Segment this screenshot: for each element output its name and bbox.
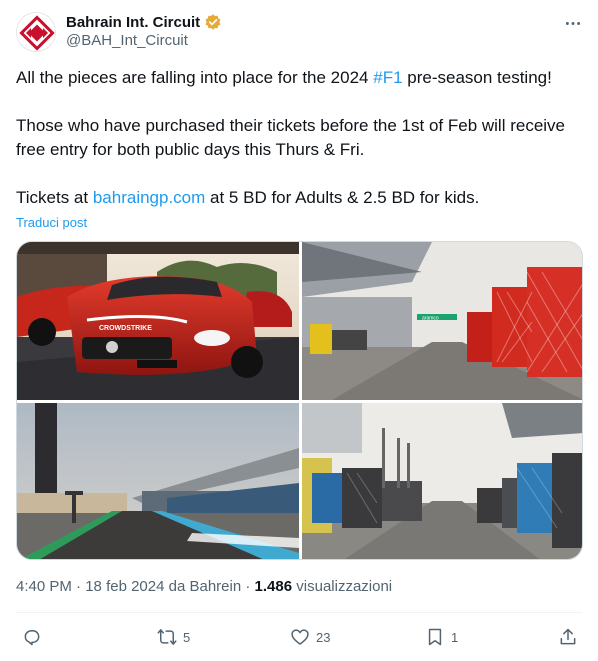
post-date[interactable]: 18 feb 2024	[85, 578, 164, 595]
hashtag-link[interactable]: #F1	[373, 68, 402, 87]
views-count: 1.486	[254, 578, 293, 595]
author-name-row[interactable]: Bahrain Int. Circuit	[66, 12, 222, 32]
post-paragraph-1: All the pieces are falling into place fo…	[16, 66, 582, 90]
bookmark-icon	[428, 628, 442, 646]
post-meta: 4:40 PM · 18 feb 2024 da Bahrein · 1.486…	[16, 578, 392, 595]
meta-separator: ·	[76, 578, 82, 595]
post-text-segment: pre-season testing!	[402, 68, 552, 87]
aramco-banner-text: aramco	[422, 316, 439, 322]
views-label: visualizzazioni	[296, 578, 393, 595]
more-options-icon[interactable]	[562, 14, 584, 32]
post-text-segment: All the pieces are falling into place fo…	[16, 68, 374, 87]
website-link[interactable]: bahraingp.com	[93, 188, 205, 207]
verified-badge-icon	[205, 14, 221, 30]
avatar[interactable]	[16, 12, 56, 52]
share-button[interactable]	[558, 626, 578, 648]
repost-button[interactable]: 5	[157, 626, 190, 648]
tweet-card: Bahrain Int. Circuit @BAH_Int_Circuit Al…	[0, 0, 598, 661]
reply-icon	[24, 630, 40, 646]
author-display-name[interactable]: Bahrain Int. Circuit	[66, 14, 200, 31]
author-handle[interactable]: @BAH_Int_Circuit	[66, 32, 188, 49]
like-button[interactable]: 23	[290, 626, 330, 648]
bookmark-count: 1	[451, 629, 459, 645]
translate-post-link[interactable]: Traduci post	[16, 215, 87, 230]
car-sponsor-text: CROWDSTRIKE	[99, 325, 152, 332]
post-text: All the pieces are falling into place fo…	[16, 66, 582, 210]
bahrain-circuit-logo	[17, 13, 55, 51]
like-count: 23	[316, 629, 331, 645]
bookmark-button[interactable]: 1	[425, 626, 458, 648]
meta-separator: ·	[245, 578, 251, 595]
repost-count: 5	[183, 629, 191, 645]
paddock-freight-photo[interactable]	[302, 403, 582, 559]
pitlane-crates-photo[interactable]: aramco	[302, 242, 582, 400]
post-text-segment: Tickets at	[16, 188, 93, 207]
divider	[16, 612, 582, 613]
post-paragraph-2: Those who have purchased their tickets b…	[16, 116, 566, 159]
share-icon	[560, 628, 576, 645]
reply-button[interactable]	[22, 626, 48, 648]
post-time[interactable]: 4:40 PM	[16, 578, 72, 595]
main-straight-photo[interactable]	[17, 403, 299, 559]
post-paragraph-3: Tickets at bahraingp.com at 5 BD for Adu…	[16, 186, 582, 210]
safety-car-photo[interactable]: CROWDSTRIKE	[17, 242, 299, 400]
post-text-segment: at 5 BD for Adults & 2.5 BD for kids.	[205, 188, 480, 207]
repost-icon	[157, 629, 177, 645]
post-location: da Bahrein	[168, 578, 242, 595]
heart-icon	[291, 629, 309, 645]
media-grid: CROWDSTRIKE aramco	[16, 241, 583, 560]
